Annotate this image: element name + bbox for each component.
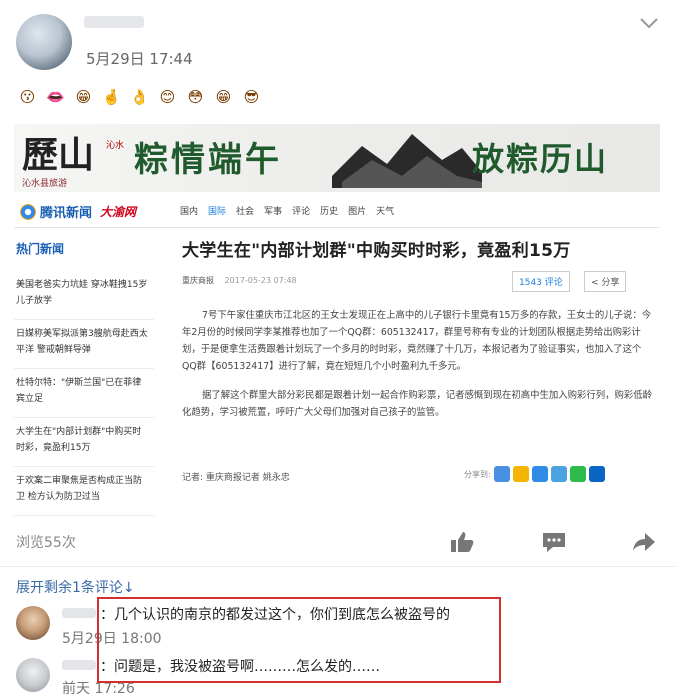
nav-item[interactable]: 天气 [376, 204, 394, 217]
banner-slogan-b: 放粽历山 [472, 140, 609, 178]
expand-comments-link[interactable]: 展开剩余1条评论↓ [16, 577, 135, 597]
comment-count-button[interactable]: 1543 评论 [512, 271, 570, 292]
nav-item[interactable]: 图片 [348, 204, 366, 217]
qzone-share-icon[interactable] [493, 466, 510, 482]
avatar[interactable] [16, 14, 72, 70]
commenter-name[interactable] [62, 608, 96, 618]
sidebar-title: 热门新闻 [16, 242, 65, 256]
nav-item[interactable]: 军事 [264, 204, 282, 217]
nav-item[interactable]: 历史 [320, 204, 338, 217]
highlight-box [97, 597, 501, 683]
emoji-row: 😗 👄 😁 🤞 👌 😊 😳 😁 😎 [14, 84, 265, 114]
article-byline: 记者: 重庆商报记者 姚永忠 [182, 473, 290, 483]
nav-items: 国内 国际 社会 军事 评论 历史 图片 天气 [180, 204, 394, 217]
article-paragraph: 据了解这个群里大部分彩民都是跟着计划一起合作购彩票，记者感慨到现在初高中生加入购… [182, 390, 653, 418]
banner-slogan-a: 粽情端午 [134, 140, 282, 180]
author-name[interactable] [84, 16, 144, 28]
comment-icon[interactable] [541, 530, 567, 554]
nav-item[interactable]: 国际 [208, 204, 226, 217]
qq-share-icon[interactable] [531, 466, 548, 482]
divider [0, 566, 676, 567]
article-headline: 大学生在"内部计划群"中购买时时彩，竟盈利15万 [182, 241, 571, 261]
tencent-weibo-share-icon[interactable] [550, 466, 567, 482]
sidebar-news-item[interactable]: 大学生在"内部计划群"中购买时时彩，竟盈利15万 [14, 418, 154, 467]
tencent-news-logo[interactable]: 腾讯新闻 大渝网 [20, 202, 136, 221]
linkedin-share-icon[interactable] [588, 466, 605, 482]
nav-item[interactable]: 社会 [236, 204, 254, 217]
emoji-icon: 😳 [187, 88, 204, 106]
view-count: 浏览55次 [16, 535, 76, 551]
sidebar-news-item[interactable]: 日媒称美军拟派第3艘航母赴西太平洋 警戒朝鲜导弹 [14, 320, 154, 369]
chevron-down-icon[interactable] [637, 13, 661, 33]
share-button[interactable]: < 分享 [584, 271, 627, 292]
nav-logo-text: 腾讯新闻 [40, 206, 93, 221]
post-time: 5月29日 17:44 [86, 50, 193, 68]
news-navbar: 腾讯新闻 大渝网 国内 国际 社会 军事 评论 历史 图片 天气 [14, 194, 660, 228]
article-date: 2017-05-23 07:48 [224, 276, 297, 285]
post-header: 5月29日 17:44 [0, 0, 676, 80]
nav-live-text: 大渝网 [100, 205, 137, 219]
banner-logo: 歷山 [22, 134, 95, 176]
commenter-avatar[interactable] [16, 658, 50, 692]
emoji-icon: 😎 [243, 88, 260, 106]
sidebar-news-item[interactable]: 杜特尔特："伊斯兰国"已在菲律宾立足 [14, 369, 154, 418]
mountain-image [332, 134, 482, 188]
banner-logo-small: 沁水 [106, 141, 125, 151]
emoji-icon: 👄 [46, 88, 65, 106]
nav-item[interactable]: 评论 [292, 204, 310, 217]
banner-sub: 沁水县旅游 [22, 179, 68, 189]
emoji-icon: 😁 [215, 88, 232, 106]
share-row: 分享到: [464, 466, 605, 482]
article-source: 重庆商报 [182, 276, 214, 285]
share-label: 分享 [601, 278, 620, 288]
tencent-logo-icon [20, 203, 36, 220]
article-content: 大学生在"内部计划群"中购买时时彩，竟盈利15万 重庆商报 2017-05-23… [182, 230, 652, 520]
article-meta: 重庆商报 2017-05-23 07:48 1543 评论 < 分享 [182, 271, 652, 297]
share-to-label: 分享到: [464, 469, 491, 479]
like-icon[interactable] [449, 530, 475, 554]
wechat-share-icon[interactable] [569, 466, 586, 482]
emoji-icon: 👌 [130, 88, 149, 106]
article-screenshot[interactable]: 歷山 沁水 粽情端午 放粽历山 沁水县旅游 腾讯新闻 大渝网 国内 国际 社会 军事评… [14, 120, 660, 520]
ad-banner: 歷山 沁水 粽情端午 放粽历山 沁水县旅游 [14, 124, 660, 192]
sidebar-news-item[interactable]: 于欢案二审聚焦是否构成正当防卫 检方认为防卫过当 [14, 467, 154, 516]
weibo-share-icon[interactable] [512, 466, 529, 482]
hot-news-sidebar: 热门新闻 美国老爸实力坑娃 穿冰鞋拽15岁儿子放学 日媒称美军拟派第3艘航母赴西太… [14, 230, 154, 520]
sidebar-news-item[interactable]: 美国老爸实力坑娃 穿冰鞋拽15岁儿子放学 [14, 271, 154, 320]
emoji-icon: 😗 [19, 88, 36, 106]
share-arrow-icon[interactable] [631, 530, 657, 554]
emoji-icon: 😊 [159, 88, 176, 106]
commenter-avatar[interactable] [16, 606, 50, 640]
emoji-icon: 🤞 [102, 88, 121, 106]
article-paragraph: 7号下午家住重庆市江北区的王女士发现正在上高中的儿子银行卡里竟有15万多的存款，… [182, 310, 652, 372]
commenter-name[interactable] [62, 660, 96, 670]
emoji-icon: 😁 [75, 88, 92, 106]
nav-item[interactable]: 国内 [180, 204, 198, 217]
